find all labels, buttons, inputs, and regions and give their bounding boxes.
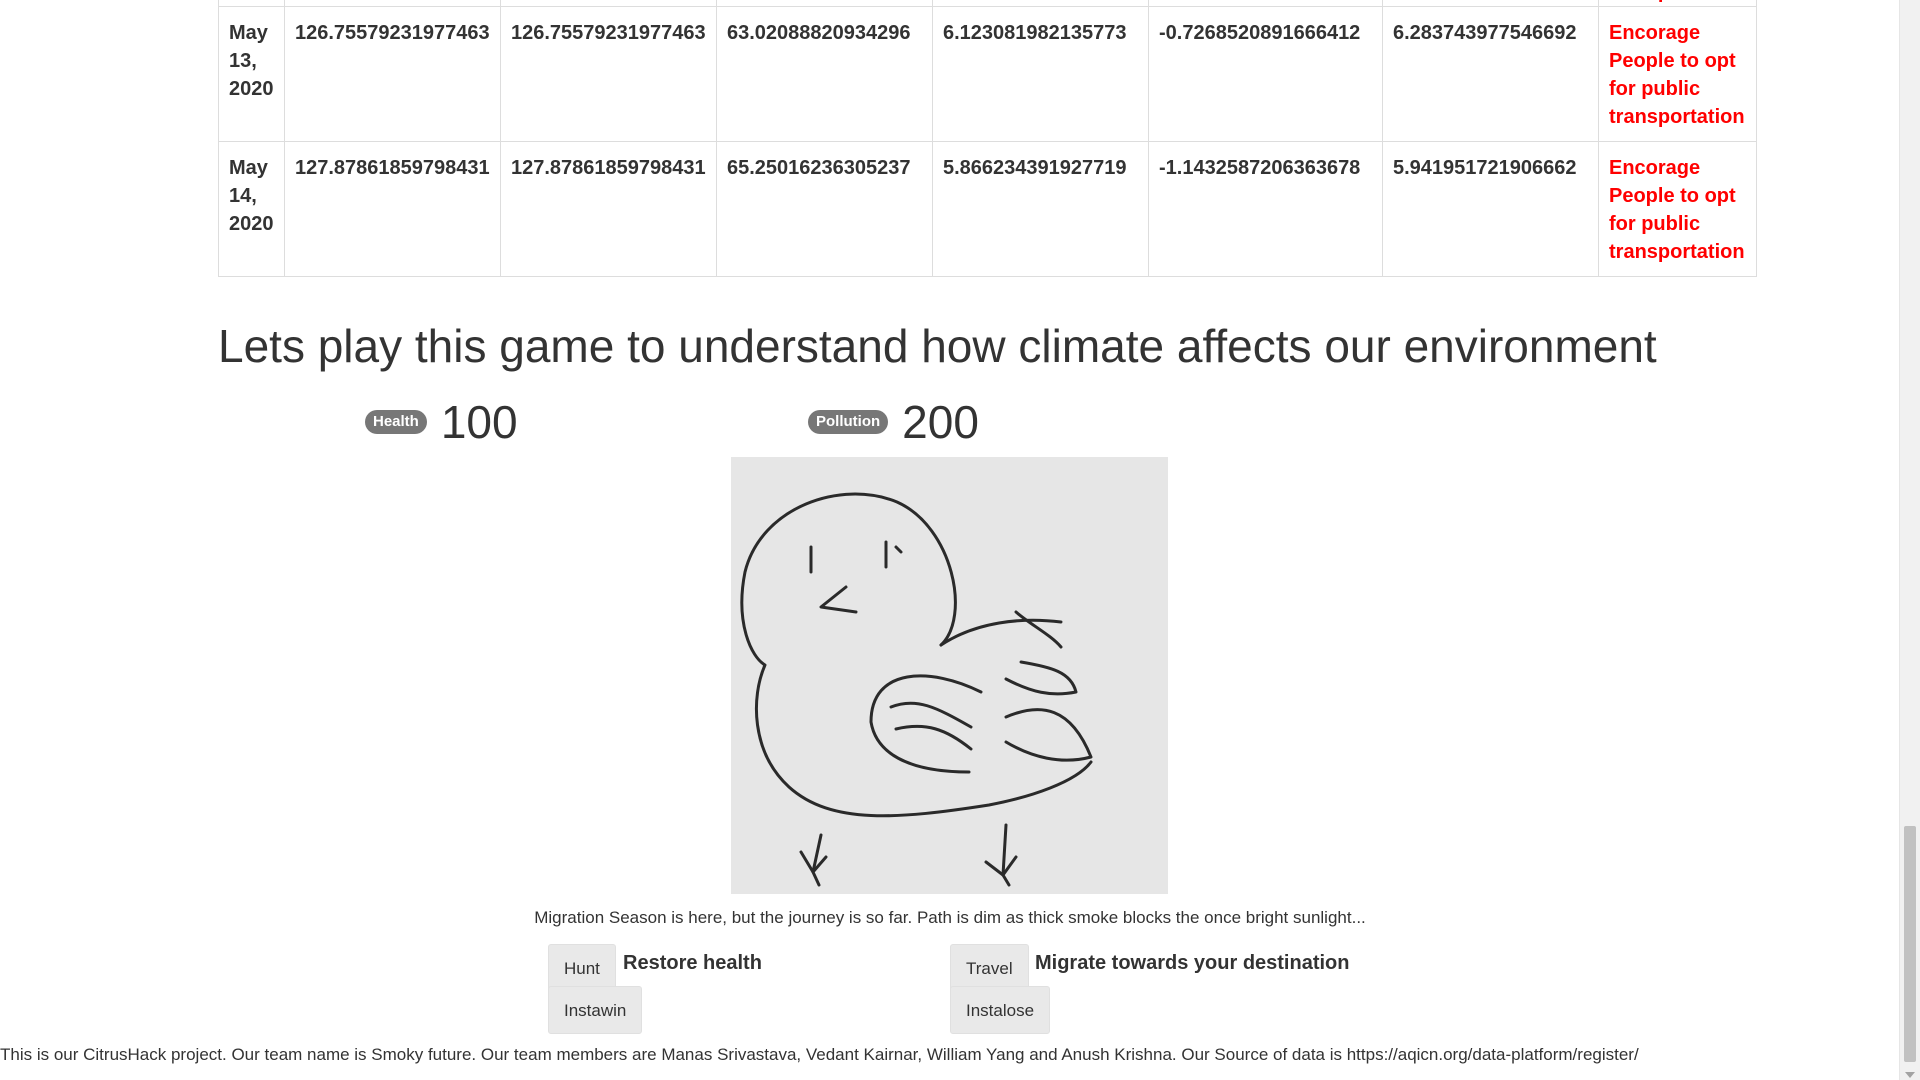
value-cell: 65.25016236305237 xyxy=(716,141,933,277)
scroll-down-arrow-icon[interactable] xyxy=(1905,1072,1915,1078)
health-stat: Health 100 xyxy=(365,395,518,449)
value-cell: 63.02088820934296 xyxy=(716,6,933,142)
value-cell: 5.941951721906662 xyxy=(1382,141,1599,277)
travel-button[interactable]: Travel xyxy=(950,944,1029,992)
aqi-forecast-table: transportation May 13, 2020 126.75579231… xyxy=(218,0,1757,277)
hunt-description: Restore health xyxy=(623,952,762,974)
vertical-scrollbar[interactable] xyxy=(1899,0,1920,1080)
recommendation-cell: transportation xyxy=(1598,0,1757,7)
travel-description: Migrate towards your destination xyxy=(1035,952,1350,974)
value-cell: 126.75579231977463 xyxy=(500,6,717,142)
value-cell: 5.866234391927719 xyxy=(932,141,1149,277)
value-cell: 127.87861859798431 xyxy=(284,141,501,277)
scrollbar-thumb[interactable] xyxy=(1904,826,1916,1062)
instawin-button[interactable]: Instawin xyxy=(548,986,643,1034)
bird-icon xyxy=(740,492,1093,887)
table-row: May 14, 2020 127.87861859798431 127.8786… xyxy=(218,141,1757,277)
game-heading: Lets play this game to understand how cl… xyxy=(218,320,1657,372)
table-row: May 13, 2020 126.75579231977463 126.7557… xyxy=(218,6,1757,142)
health-value: 100 xyxy=(440,396,518,448)
pollution-value: 200 xyxy=(902,396,979,448)
recommendation-cell: Encorage People to opt for public transp… xyxy=(1598,141,1757,277)
hunt-button[interactable]: Hunt xyxy=(548,944,616,992)
pollution-stat: Pollution 200 xyxy=(808,395,979,449)
footer-text: This is our CitrusHack project. Our team… xyxy=(0,1045,1639,1064)
recommendation-cell: Encorage People to opt for public transp… xyxy=(1598,6,1757,142)
value-cell: 6.283743977546692 xyxy=(1382,6,1599,142)
pollution-badge: Pollution xyxy=(808,410,889,434)
page: transportation May 13, 2020 126.75579231… xyxy=(0,0,1900,1080)
value-cell: -1.1432587206363678 xyxy=(1148,141,1383,277)
value-cell: 126.75579231977463 xyxy=(284,6,501,142)
value-cell: -0.7268520891666412 xyxy=(1148,6,1383,142)
instalose-button[interactable]: Instalose xyxy=(950,986,1051,1034)
date-cell: May 14, 2020 xyxy=(218,141,285,277)
story-text: Migration Season is here, but the journe… xyxy=(534,908,1366,927)
bird-drawing-image xyxy=(731,457,1168,894)
date-cell: May 13, 2020 xyxy=(218,6,285,142)
value-cell: 127.87861859798431 xyxy=(500,141,717,277)
value-cell: 6.123081982135773 xyxy=(932,6,1149,142)
health-badge: Health xyxy=(365,410,427,434)
